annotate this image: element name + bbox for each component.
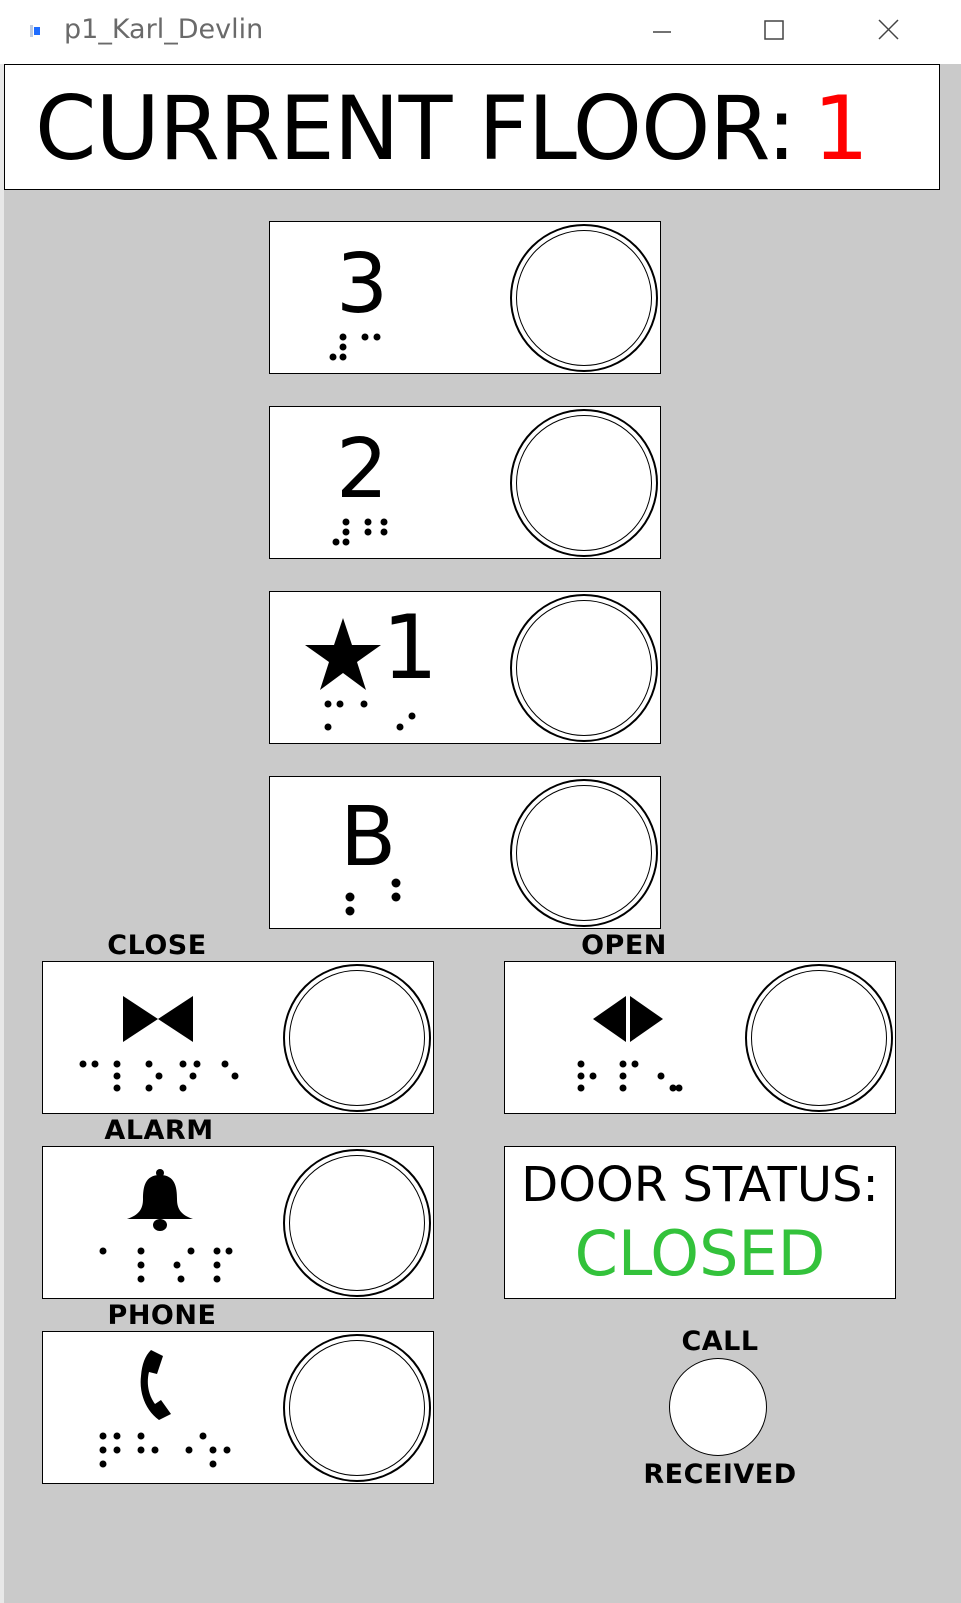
floor-1-press-circle[interactable] [510,594,658,742]
open-doors-press-circle[interactable] [745,964,893,1112]
phone-press-circle[interactable] [283,1334,431,1482]
phone-braille [99,1432,231,1468]
floor-2-label: 2 [336,422,389,517]
alarm-button[interactable] [42,1146,434,1299]
window-left-edge [0,64,4,1603]
close-doors-label: CLOSE [107,930,207,961]
floor-3-braille [329,333,381,361]
bell-icon [127,1169,193,1231]
door-status-value: CLOSED [574,1217,826,1290]
floor-3-press-circle[interactable] [510,224,658,372]
close-doors-button[interactable] [42,961,434,1114]
title-bar: p1_Karl_Devlin [0,0,961,64]
door-status-label: DOOR STATUS: [521,1157,879,1213]
floor-2-braille [332,518,388,546]
maximize-button[interactable] [750,12,798,52]
floor-b-braille [345,878,401,916]
open-doors-label: OPEN [581,930,667,961]
floor-b-label: B [340,790,397,885]
floor-1-button[interactable]: 1 [269,591,661,744]
open-doors-braille [577,1060,683,1092]
floor-2-button[interactable]: 2 [269,406,661,559]
call-bottom-label: RECEIVED [643,1459,797,1490]
app-icon [30,25,40,37]
floor-1-braille [324,700,416,731]
floor-1-label: 1 [382,596,438,699]
current-floor-label: CURRENT FLOOR: [35,77,796,180]
floor-3-label: 3 [336,237,389,332]
minimize-button[interactable] [637,12,685,52]
floor-b-button[interactable]: B [269,776,661,929]
window-title: p1_Karl_Devlin [64,14,264,45]
close-icon [878,19,899,40]
maximize-icon [764,20,784,40]
door-status-display: DOOR STATUS: CLOSED [504,1146,896,1299]
open-doors-button[interactable] [504,961,896,1114]
floor-3-button[interactable]: 3 [269,221,661,374]
door-open-icon [593,996,663,1042]
door-close-icon [123,996,193,1042]
call-received-indicator [669,1358,767,1456]
close-doors-press-circle[interactable] [283,964,431,1112]
floor-2-press-circle[interactable] [510,409,658,557]
phone-icon [140,1350,171,1420]
phone-button[interactable] [42,1331,434,1484]
current-floor-display: CURRENT FLOOR: 1 [4,64,940,190]
close-window-button[interactable] [864,12,912,52]
close-doors-braille [79,1060,239,1092]
floor-b-press-circle[interactable] [510,779,658,927]
current-floor-value: 1 [813,77,869,180]
star-icon [305,618,381,690]
alarm-label: ALARM [104,1115,214,1146]
window-right-edge [940,64,961,1603]
alarm-press-circle[interactable] [283,1149,431,1297]
minimize-icon [653,31,671,33]
phone-label: PHONE [107,1300,217,1331]
call-top-label: CALL [681,1326,759,1357]
alarm-braille [99,1247,233,1283]
